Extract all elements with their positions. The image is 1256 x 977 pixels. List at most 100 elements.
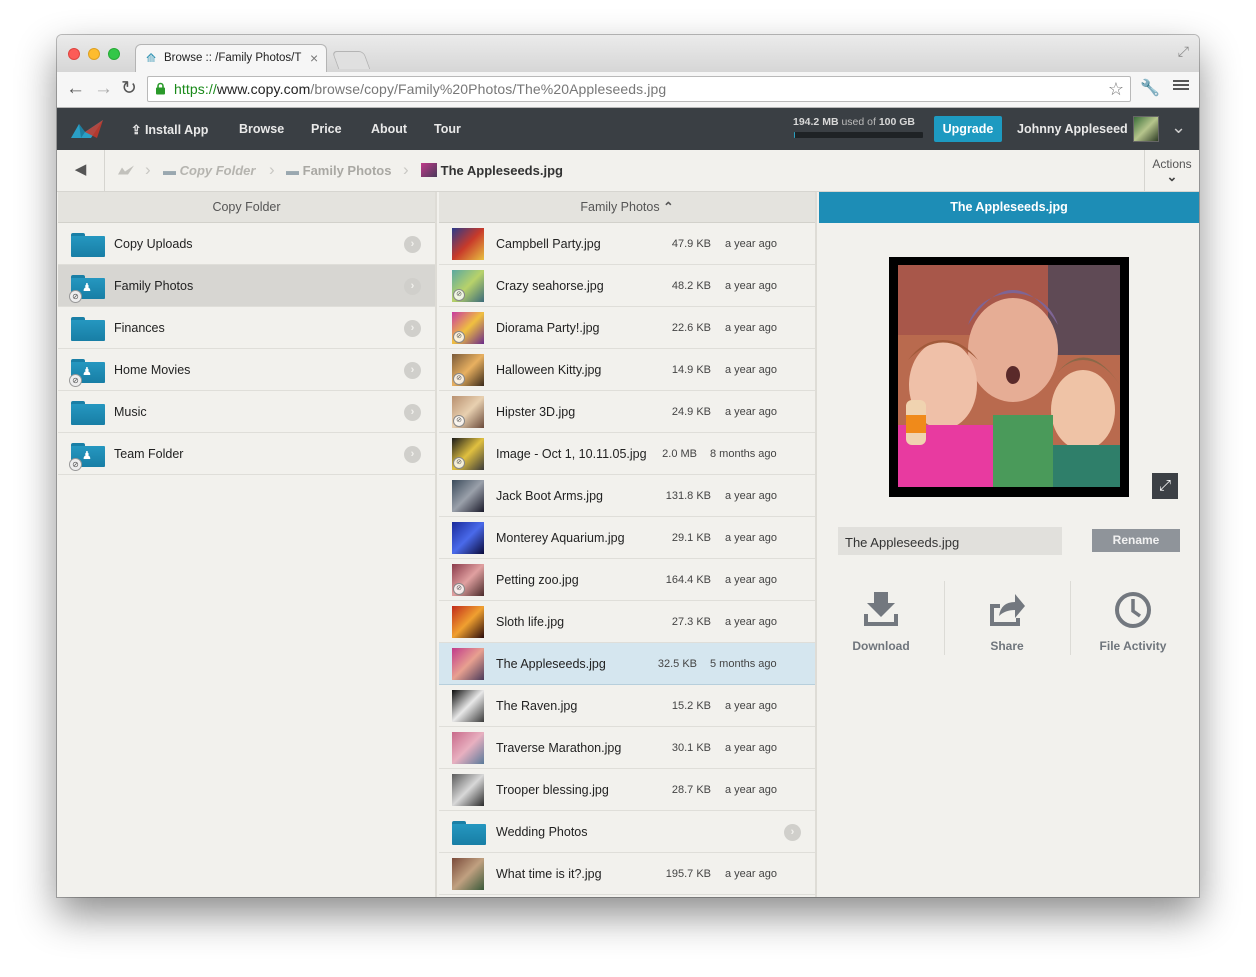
fullscreen-icon[interactable]: ⤢ [1178, 43, 1189, 60]
file-column: Family Photos ⌃ Campbell Party.jpg 47.9 K… [439, 192, 817, 897]
shared-badge-icon: ⊘ [69, 458, 82, 471]
folder-name: Home Movies [114, 363, 191, 377]
file-row[interactable]: ⊘ Hipster 3D.jpg 24.9 KB a year ago [439, 391, 815, 433]
file-name: Sloth life.jpg [496, 615, 565, 629]
folder-icon: ▬ [163, 163, 176, 178]
file-activity-button[interactable]: File Activity [1071, 582, 1195, 656]
folder-row[interactable]: Music › [58, 391, 435, 433]
back-button[interactable]: ◀ [57, 150, 105, 191]
share-button[interactable]: Share [945, 582, 1069, 656]
folder-row[interactable]: ♟ ⊘ Team Folder › [58, 433, 435, 475]
file-size: 14.9 KB [671, 364, 711, 376]
rename-button[interactable]: Rename [1092, 529, 1180, 552]
folder-name: Wedding Photos [496, 825, 588, 839]
browse-link[interactable]: Browse [239, 122, 284, 136]
file-size: 15.2 KB [671, 700, 711, 712]
file-size: 2.0 MB [662, 448, 697, 460]
tour-link[interactable]: Tour [434, 122, 461, 136]
home-logo-icon[interactable] [117, 163, 135, 177]
shared-folder-icon: ♟ ⊘ [69, 275, 105, 303]
upgrade-button[interactable]: Upgrade [934, 116, 1002, 142]
close-window-button[interactable] [68, 48, 80, 60]
file-name: Trooper blessing.jpg [496, 783, 609, 797]
download-button[interactable]: Download [819, 582, 943, 656]
column-header-sortable[interactable]: Family Photos ⌃ [439, 192, 815, 223]
chevron-right-icon[interactable]: › [404, 320, 421, 337]
shared-badge-icon: ⊘ [453, 331, 465, 343]
chevron-down-icon[interactable]: ⌄ [1171, 117, 1186, 138]
tab-close-icon[interactable]: × [310, 50, 318, 66]
file-row[interactable]: ⊘ Image - Oct 1, 10.11.05.jpg 2.0 MB 8 mont… [439, 433, 815, 475]
image-thumbnail [452, 690, 484, 722]
url-text: https://www.copy.com/browse/copy/Family%… [174, 81, 667, 97]
chevron-up-icon: ⌃ [663, 200, 674, 214]
actions-menu-button[interactable]: Actions ⌄ [1144, 150, 1199, 191]
price-link[interactable]: Price [311, 122, 342, 136]
file-row[interactable]: Campbell Party.jpg 47.9 KB a year ago [439, 223, 815, 265]
file-size: 30.1 KB [671, 742, 711, 754]
file-modified: a year ago [725, 322, 777, 334]
folder-row[interactable]: Finances › [58, 307, 435, 349]
file-row[interactable]: What time is it?.jpg 195.7 KB a year ago [439, 853, 815, 895]
photo-preview[interactable] [889, 257, 1129, 497]
file-row[interactable]: ⊘ Diorama Party!.jpg 22.6 KB a year ago [439, 307, 815, 349]
breadcrumb-item-copy-folder[interactable]: ▬ Copy Folder [163, 163, 255, 178]
image-thumbnail [452, 480, 484, 512]
file-name: Halloween Kitty.jpg [496, 363, 602, 377]
file-name: Jack Boot Arms.jpg [496, 489, 603, 503]
file-name-field[interactable]: The Appleseeds.jpg [838, 527, 1062, 555]
file-name: Traverse Marathon.jpg [496, 741, 622, 755]
file-name: Campbell Party.jpg [496, 237, 601, 251]
image-thumbnail [452, 774, 484, 806]
minimize-window-button[interactable] [88, 48, 100, 60]
file-modified: a year ago [725, 532, 777, 544]
forward-arrow-icon[interactable]: → [94, 77, 113, 101]
chevron-right-icon[interactable]: › [784, 824, 801, 841]
browser-menu-icon[interactable] [1173, 78, 1189, 94]
folder-row[interactable]: Copy Uploads › [58, 223, 435, 265]
user-name[interactable]: Johnny Appleseed [1017, 122, 1128, 136]
file-row[interactable]: Trooper blessing.jpg 28.7 KB a year ago [439, 769, 815, 811]
file-row[interactable]: Sloth life.jpg 27.3 KB a year ago [439, 601, 815, 643]
breadcrumb-item-family-photos[interactable]: ▬ Family Photos [286, 163, 391, 178]
address-bar[interactable]: https://www.copy.com/browse/copy/Family%… [147, 76, 1131, 102]
file-name: Petting zoo.jpg [496, 573, 579, 587]
chevron-right-icon[interactable]: › [404, 236, 421, 253]
image-thumbnail: ⊘ [452, 396, 484, 428]
file-row[interactable]: Monterey Aquarium.jpg 29.1 KB a year ago [439, 517, 815, 559]
folder-row[interactable]: ♟ ⊘ Family Photos › [58, 265, 435, 307]
install-icon: ⇪ [131, 123, 145, 137]
new-tab-button[interactable] [331, 51, 371, 69]
download-icon [864, 592, 898, 626]
browser-window: ⟰ Browse :: /Family Photos/T × ⤢ ← → ↻ h… [57, 35, 1199, 897]
bookmark-star-icon[interactable]: ☆ [1108, 79, 1124, 100]
chevron-right-icon[interactable]: › [404, 278, 421, 295]
expand-icon[interactable]: ⤢ [1152, 473, 1178, 499]
file-row[interactable]: The Raven.jpg 15.2 KB a year ago [439, 685, 815, 727]
file-row[interactable]: The Appleseeds.jpg 32.5 KB 5 months ago [439, 643, 815, 685]
about-link[interactable]: About [371, 122, 407, 136]
chevron-right-icon[interactable]: › [404, 404, 421, 421]
file-row[interactable]: ⊘ Halloween Kitty.jpg 14.9 KB a year ago [439, 349, 815, 391]
shared-badge-icon: ⊘ [69, 290, 82, 303]
file-row[interactable]: Jack Boot Arms.jpg 131.8 KB a year ago [439, 475, 815, 517]
install-app-link[interactable]: ⇪ Install App [131, 122, 208, 137]
file-row[interactable]: ⊘ Petting zoo.jpg 164.4 KB a year ago [439, 559, 815, 601]
zoom-window-button[interactable] [108, 48, 120, 60]
file-row[interactable]: Traverse Marathon.jpg 30.1 KB a year ago [439, 727, 815, 769]
back-arrow-icon[interactable]: ← [66, 77, 85, 101]
avatar[interactable] [1133, 116, 1159, 142]
chevron-right-icon[interactable]: › [404, 446, 421, 463]
file-modified: 8 months ago [710, 448, 777, 460]
wrench-icon[interactable]: 🔧 [1140, 78, 1160, 98]
folder-row[interactable]: Wedding Photos › [439, 811, 815, 853]
folder-row[interactable]: ♟ ⊘ Home Movies › [58, 349, 435, 391]
browser-tab[interactable]: ⟰ Browse :: /Family Photos/T × [135, 44, 327, 72]
reload-icon[interactable]: ↻ [121, 77, 137, 101]
copy-logo-icon[interactable] [69, 116, 105, 142]
chevron-right-icon[interactable]: › [404, 362, 421, 379]
breadcrumb-separator: › [269, 160, 275, 179]
file-size: 164.4 KB [665, 574, 711, 586]
storage-usage-bar [794, 132, 923, 138]
file-row[interactable]: ⊘ Crazy seahorse.jpg 48.2 KB a year ago [439, 265, 815, 307]
